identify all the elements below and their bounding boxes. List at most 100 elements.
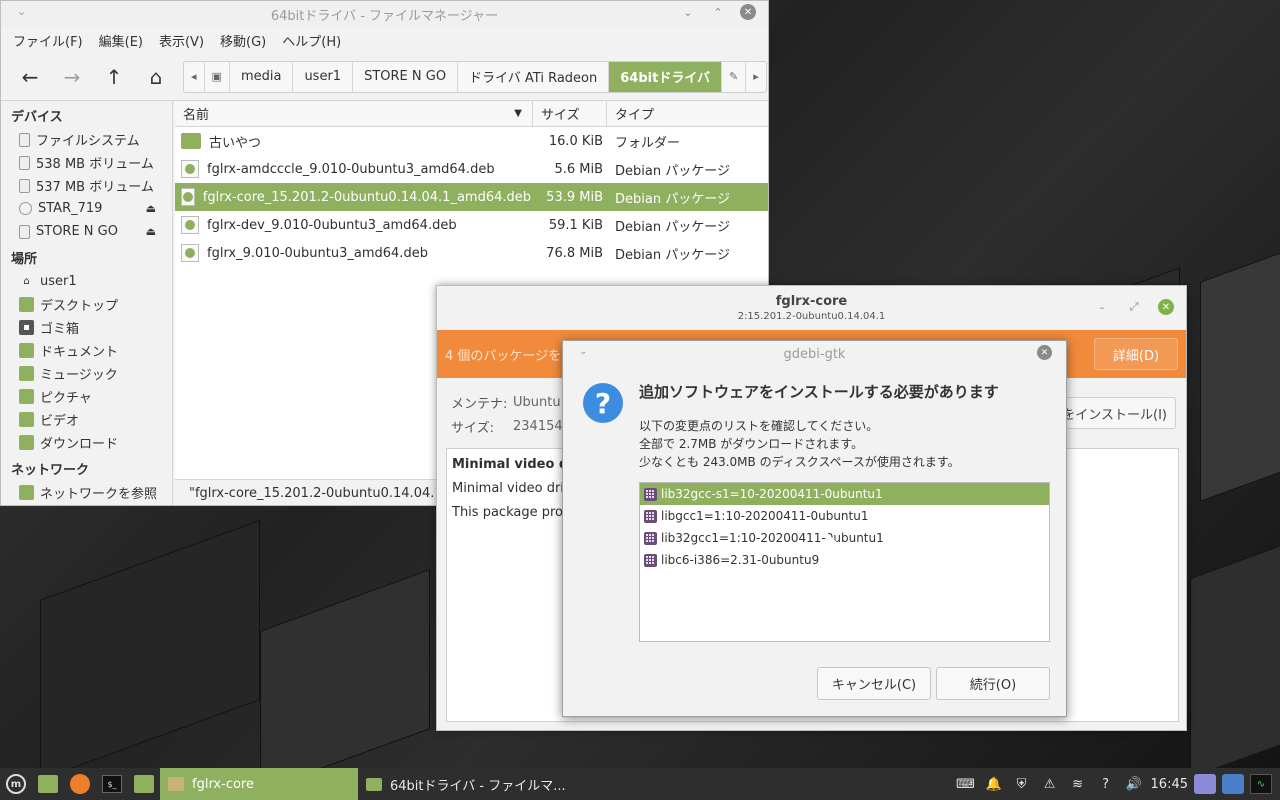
close-icon[interactable]: ✕ [1037,345,1052,360]
sidebar-item-volume-538[interactable]: 538 MB ボリューム [1,151,172,174]
sidebar-item-filesystem[interactable]: ファイルシステム [1,128,172,151]
help-icon[interactable]: ? [1095,777,1117,792]
notes-icon[interactable] [1194,774,1216,794]
table-row[interactable]: 古いやつ 16.0 KiB フォルダー [175,127,768,155]
package-list: lib32gcc-s1=10-20200411-0ubuntu1 libgcc1… [639,482,1050,642]
home-icon[interactable]: ⌂ [135,59,177,95]
folder-icon [19,343,34,358]
maximize-icon[interactable]: ⤢ [1126,299,1142,315]
table-row-selected[interactable]: fglrx-core_15.201.2-0ubuntu0.14.04.1_amd… [175,183,768,211]
sidebar-item-trash[interactable]: ▪ ゴミ箱 [1,316,172,339]
crumb-64bit[interactable]: 64bitドライバ [609,61,723,92]
cancel-button[interactable]: キャンセル(C) [817,667,931,700]
sidebar-item-desktop[interactable]: デスクトップ [1,293,172,316]
sidebar-item-user1[interactable]: ⌂ user1 [1,270,172,293]
close-icon[interactable]: ✕ [1158,299,1174,315]
fm-sidebar: デバイス ファイルシステム 538 MB ボリューム 537 MB ボリューム … [1,101,173,505]
continue-button[interactable]: 続行(O) [936,667,1050,700]
gdebi-title: fglrx-core [775,294,848,309]
screenshot-icon[interactable] [1222,774,1244,794]
firefox-icon[interactable] [64,768,96,800]
forward-arrow-icon[interactable]: → [51,59,93,95]
path-right-icon[interactable]: ▸ [746,62,766,92]
list-item[interactable]: lib32gcc1=1:10-20200411-0ubuntu1 [640,527,1049,549]
menu-view[interactable]: 表示(V) [151,31,212,50]
dialog-heading: 追加ソフトウェアをインストールする必要があります [639,383,999,401]
table-row[interactable]: fglrx_9.010-0ubuntu3_amd64.deb 76.8 MiB … [175,239,768,267]
taskbar-item-file-manager[interactable]: 64bitドライバ - ファイルマ... [358,768,574,800]
fm-window-title: 64bitドライバ - ファイルマネージャー [270,8,499,24]
sidebar-item-volume-537[interactable]: 537 MB ボリューム [1,174,172,197]
question-icon: ? [583,383,623,423]
menu-go[interactable]: 移動(G) [212,31,274,50]
fm-titlebar: ⌄ 64bitドライバ - ファイルマネージャー ⌄ ⌃ ✕ [1,1,768,27]
column-size[interactable]: サイズ [533,101,607,126]
show-desktop-icon[interactable] [32,768,64,800]
close-icon[interactable]: ✕ [740,4,756,20]
mint-menu-icon[interactable]: m [0,768,32,800]
eject-icon[interactable]: ⏏ [146,202,156,215]
sidebar-item-browse-network[interactable]: ネットワークを参照 [1,481,172,504]
folder-icon [19,435,34,450]
details-button[interactable]: 詳細(D) [1094,338,1178,370]
menu-edit[interactable]: 編集(E) [91,31,151,50]
folder-icon [19,366,34,381]
package-icon [644,531,657,545]
fm-menubar: ファイル(F) 編集(E) 表示(V) 移動(G) ヘルプ(H) [1,27,768,53]
taskbar-item-fglrx-core[interactable]: fglrx-core [160,768,358,800]
column-name[interactable]: 名前 ▼ [175,101,533,126]
sidebar-item-store-n-go[interactable]: STORE N GO ⏏ [1,220,172,243]
sidebar-item-star719[interactable]: STAR_719 ⏏ [1,197,172,220]
sidebar-item-music[interactable]: ミュージック [1,362,172,385]
sidebar-item-downloads[interactable]: ダウンロード [1,431,172,454]
disc-icon [19,202,32,215]
terminal-icon[interactable]: $_ [96,768,128,800]
size-label: サイズ: [451,420,494,436]
dialog-message: 以下の変更点のリストを確認してください。 全部で 2.7MB がダウンロードされ… [639,419,960,469]
list-item[interactable]: libc6-i386=2.31-0ubuntu9 [640,549,1049,571]
window-menu-icon[interactable]: ⌄ [17,5,26,18]
folder-icon [19,389,34,404]
minimize-icon[interactable]: – [1094,299,1110,315]
notification-bell-icon[interactable]: 🔔 [983,777,1005,792]
keyboard-icon[interactable]: ⌨ [955,777,977,792]
list-item[interactable]: libgcc1=1:10-20200411-0ubuntu1 [640,505,1049,527]
drive-icon [19,178,30,193]
sidebar-item-videos[interactable]: ビデオ [1,408,172,431]
update-alert-icon[interactable]: ⚠ [1039,777,1061,792]
table-row[interactable]: fglrx-dev_9.010-0ubuntu3_amd64.deb 59.1 … [175,211,768,239]
files-icon[interactable] [128,768,160,800]
sidebar-item-pictures[interactable]: ピクチャ [1,385,172,408]
menu-help[interactable]: ヘルプ(H) [274,31,349,50]
drive-icon[interactable]: ▣ [205,61,230,92]
up-arrow-icon[interactable]: ↑ [93,59,135,95]
install-button[interactable]: をインストール(I) [1058,397,1176,429]
clock[interactable]: 16:45 [1151,777,1188,792]
back-arrow-icon[interactable]: ← [9,59,51,95]
additional-software-dialog: ⌄ gdebi-gtk ✕ ? 追加ソフトウェアをインストールする必要があります… [562,340,1067,717]
column-type[interactable]: タイプ [607,101,768,126]
sidebar-item-documents[interactable]: ドキュメント [1,339,172,362]
deb-package-icon [181,216,199,234]
system-tray: ⌨ 🔔 ⛨ ⚠ ≋ ? 🔊 16:45 ∿ [955,768,1272,800]
maximize-icon[interactable]: ⌃ [710,4,726,20]
system-monitor-icon[interactable]: ∿ [1250,774,1272,794]
volume-icon[interactable]: 🔊 [1123,777,1145,792]
shield-icon[interactable]: ⛨ [1011,777,1033,792]
edit-path-icon[interactable]: ✎ [722,61,747,92]
sidebar-devices-header: デバイス [11,110,63,125]
list-item-selected[interactable]: lib32gcc-s1=10-20200411-0ubuntu1 [640,483,1049,505]
crumb-store-n-go[interactable]: STORE N GO [353,61,459,92]
menu-file[interactable]: ファイル(F) [5,31,91,50]
wifi-icon[interactable]: ≋ [1067,777,1089,792]
table-row[interactable]: fglrx-amdcccle_9.010-0ubuntu3_amd64.deb … [175,155,768,183]
window-menu-icon[interactable]: ⌄ [579,346,587,357]
eject-icon[interactable]: ⏏ [146,225,156,238]
path-left-icon[interactable]: ◂ [184,61,205,92]
package-icon [644,487,657,501]
minimize-icon[interactable]: ⌄ [680,4,696,20]
crumb-driver-ati[interactable]: ドライバ ATi Radeon [458,61,610,92]
drive-icon [19,155,30,170]
crumb-user1[interactable]: user1 [293,61,354,92]
crumb-media[interactable]: media [230,61,294,92]
